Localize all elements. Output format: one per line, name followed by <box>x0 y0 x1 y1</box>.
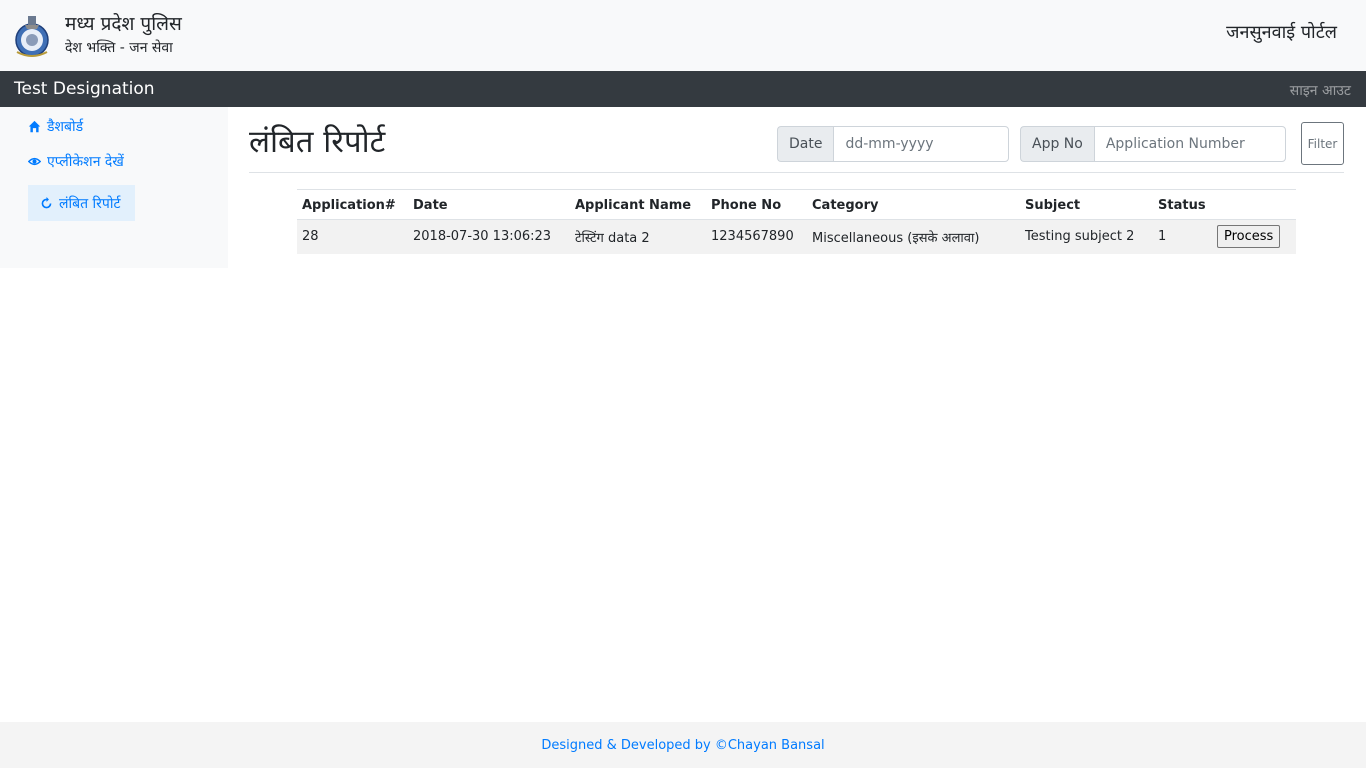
designation-title: Test Designation <box>14 79 155 99</box>
signout-link[interactable]: साइन आउट <box>1290 81 1351 100</box>
footer-credit-link[interactable]: Designed & Developed by ©Chayan Bansal <box>541 738 824 753</box>
page-title: लंबित रिपोर्ट <box>249 124 386 160</box>
column-header: Phone No <box>706 189 807 220</box>
column-header: Applicant Name <box>570 189 706 220</box>
cell-status: 1 <box>1153 219 1212 254</box>
sidebar-item-pending-report[interactable]: लंबित रिपोर्ट <box>28 185 135 221</box>
home-icon <box>28 120 41 133</box>
cell-action: Process <box>1212 219 1296 254</box>
footer: Designed & Developed by ©Chayan Bansal <box>0 722 1366 768</box>
application-number-input[interactable] <box>1093 126 1286 162</box>
column-header: Category <box>807 189 1020 220</box>
title-divider <box>249 172 1344 173</box>
column-header: Application# <box>297 189 408 220</box>
column-header <box>1212 189 1296 220</box>
date-input[interactable] <box>833 126 1010 162</box>
brand-title: मध्य प्रदेश पुलिस <box>65 13 182 35</box>
top-header: मध्य प्रदेश पुलिस देश भक्ति - जन सेवा जन… <box>0 0 1366 71</box>
date-filter-group: Date <box>777 126 1010 162</box>
eye-icon <box>28 157 41 166</box>
column-header: Date <box>408 189 570 220</box>
appno-label: App No <box>1020 126 1094 162</box>
table-row: 28 2018-07-30 13:06:23 टेस्टिंग data 2 1… <box>297 219 1296 254</box>
process-button[interactable]: Process <box>1217 225 1281 249</box>
sidebar: डैशबोर्ड एप्लीकेशन देखें लंबित रिपोर्ट <box>0 107 228 268</box>
cell-date: 2018-07-30 13:06:23 <box>408 219 570 254</box>
column-header: Status <box>1153 189 1212 220</box>
cell-application: 28 <box>297 219 408 254</box>
filter-button[interactable]: Filter <box>1301 122 1344 165</box>
table-header-row: Application# Date Applicant Name Phone N… <box>297 189 1296 220</box>
sidebar-item-dashboard[interactable]: डैशबोर्ड <box>28 117 83 136</box>
cell-applicant-name: टेस्टिंग data 2 <box>570 219 706 254</box>
mp-police-emblem-icon <box>13 12 51 58</box>
navbar: Test Designation साइन आउट <box>0 71 1366 107</box>
sidebar-item-label: लंबित रिपोर्ट <box>59 195 121 212</box>
date-label: Date <box>777 126 834 162</box>
sidebar-item-label: एप्लीकेशन देखें <box>47 154 124 170</box>
cell-subject: Testing subject 2 <box>1020 219 1153 254</box>
portal-name: जनसुनवाई पोर्टल <box>1226 22 1337 43</box>
pending-report-table: Application# Date Applicant Name Phone N… <box>297 189 1296 254</box>
cell-phone: 1234567890 <box>706 219 807 254</box>
sidebar-item-label: डैशबोर्ड <box>47 119 84 135</box>
brand-subtitle: देश भक्ति - जन सेवा <box>65 40 173 56</box>
refresh-icon <box>41 196 52 208</box>
cell-category: Miscellaneous (इसके अलावा) <box>807 219 1020 254</box>
column-header: Subject <box>1020 189 1153 220</box>
sidebar-item-view-applications[interactable]: एप्लीकेशन देखें <box>28 152 124 171</box>
appno-filter-group: App No <box>1020 126 1286 162</box>
